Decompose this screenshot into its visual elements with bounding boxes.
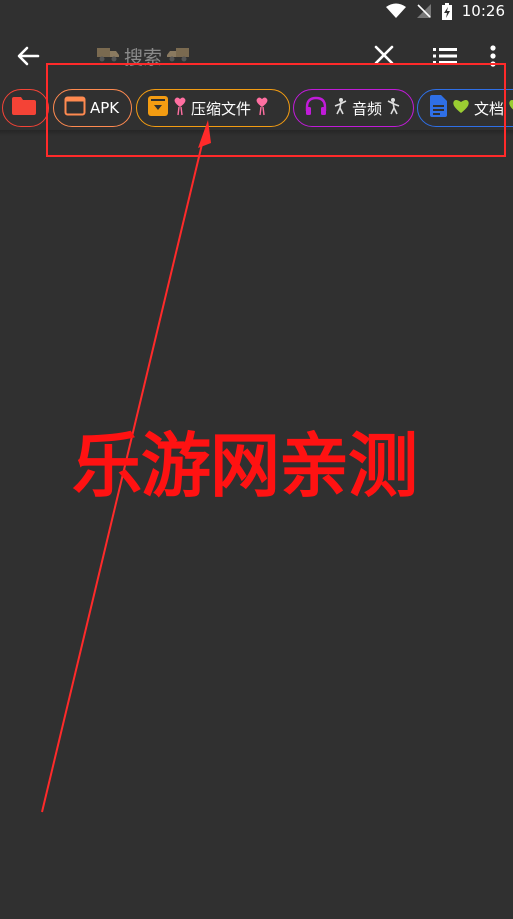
wifi-icon [385, 3, 406, 19]
no-signal-icon [416, 3, 432, 19]
battery-charging-icon [441, 2, 452, 20]
folder-icon [11, 96, 37, 120]
heart-icon [508, 98, 513, 118]
watermark-text: 乐游网亲测 [72, 425, 418, 507]
back-arrow-icon[interactable] [14, 42, 42, 70]
status-bar: 10:26 [0, 0, 513, 22]
filter-chip-folder[interactable] [2, 89, 49, 127]
status-time: 10:26 [461, 2, 505, 20]
annotation-highlight-box [46, 63, 506, 157]
